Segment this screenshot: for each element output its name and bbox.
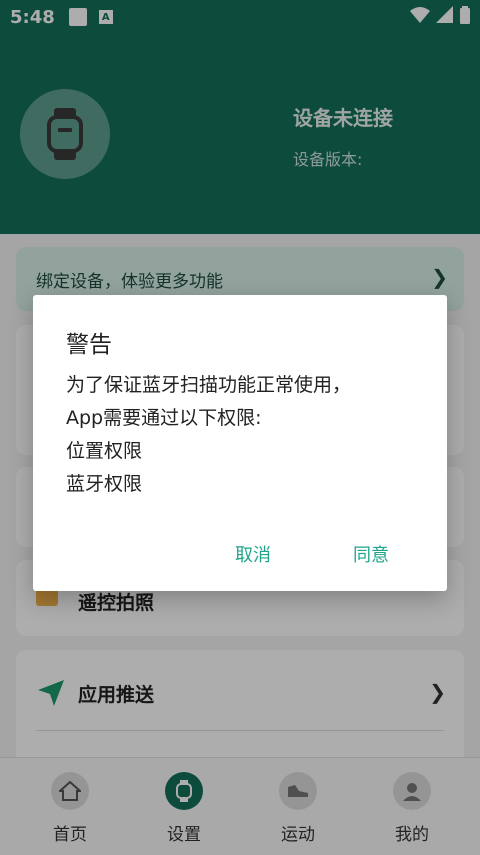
cancel-button[interactable]: 取消 <box>235 541 271 567</box>
permission-warning-dialog: 警告 为了保证蓝牙扫描功能正常使用， App需要通过以下权限: 位置权限 蓝牙权… <box>33 295 447 591</box>
dialog-line: App需要通过以下权限: <box>66 407 262 429</box>
dialog-line: 位置权限 <box>66 440 143 462</box>
dialog-title: 警告 <box>66 332 112 358</box>
agree-button[interactable]: 同意 <box>353 541 389 567</box>
dialog-line: 蓝牙权限 <box>66 473 143 495</box>
dialog-line: 为了保证蓝牙扫描功能正常使用， <box>66 374 352 396</box>
dialog-message: 为了保证蓝牙扫描功能正常使用， App需要通过以下权限: 位置权限 蓝牙权限 <box>66 369 351 501</box>
